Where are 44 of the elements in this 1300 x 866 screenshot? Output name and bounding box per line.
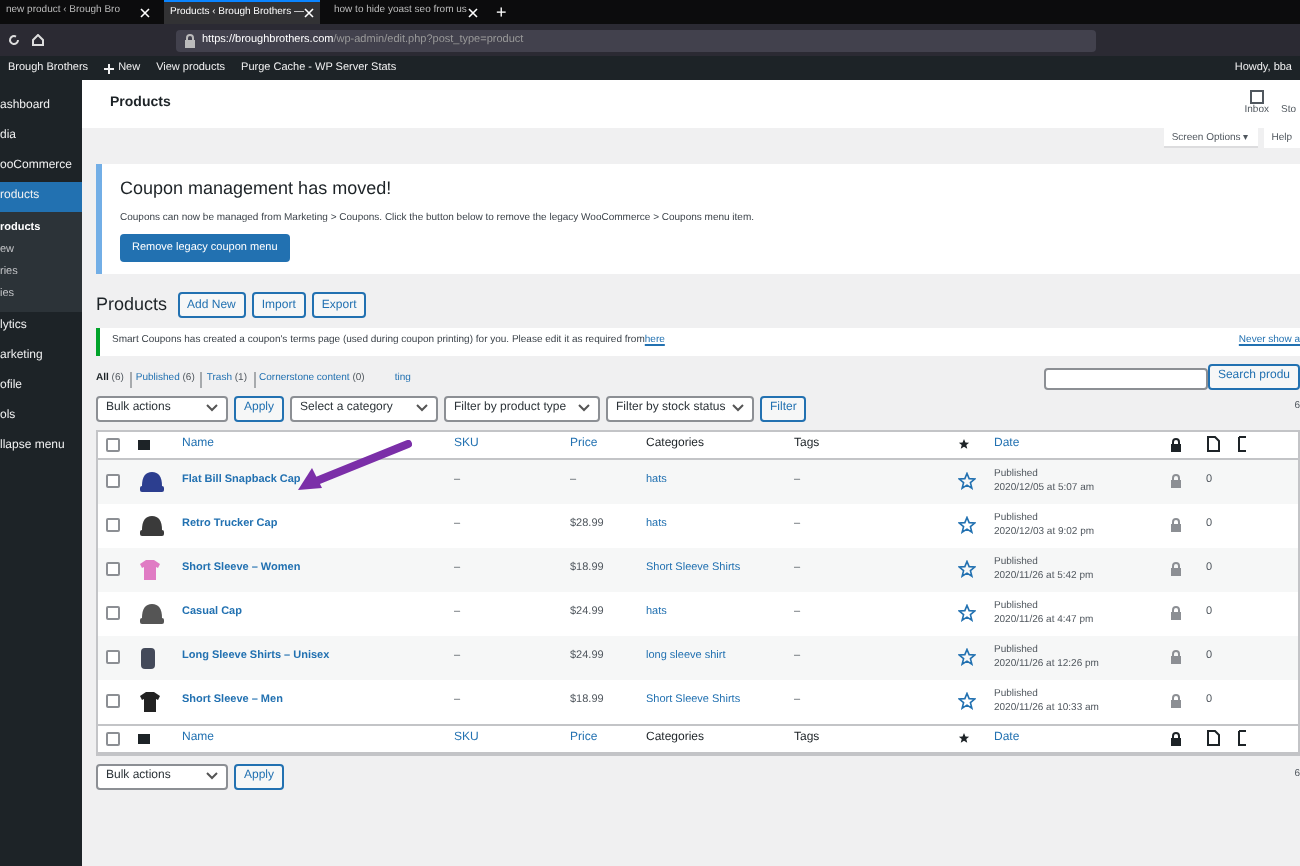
checkbox[interactable] <box>106 731 120 745</box>
checkbox[interactable] <box>106 518 120 532</box>
checkbox[interactable] <box>106 694 120 708</box>
image-icon <box>138 439 150 449</box>
checkbox[interactable] <box>106 606 120 620</box>
chevron-icon <box>206 404 218 412</box>
star-icon[interactable] <box>958 560 976 578</box>
new-tab-button[interactable]: + <box>492 0 511 24</box>
lock-icon <box>1170 606 1182 620</box>
chevron-icon <box>416 404 429 412</box>
chevron-icon <box>732 404 745 412</box>
checkbox[interactable] <box>106 474 120 488</box>
lock-icon <box>1170 562 1182 576</box>
checkbox[interactable] <box>106 562 120 576</box>
reload-icon[interactable] <box>8 34 20 46</box>
inbox-icon <box>1249 89 1264 104</box>
star-icon[interactable] <box>958 692 976 710</box>
lock-icon <box>1170 650 1182 664</box>
lock-icon <box>1170 474 1182 488</box>
lock-icon <box>184 33 196 47</box>
chevron-icon <box>578 404 591 412</box>
star-icon <box>958 438 970 450</box>
chevron-icon <box>206 772 218 780</box>
image-icon <box>138 733 150 743</box>
notice-title: Coupon management has moved! <box>120 176 394 202</box>
search-field[interactable] <box>1043 367 1208 389</box>
close-icon[interactable] <box>140 7 150 17</box>
checkbox[interactable] <box>106 437 120 451</box>
checkbox[interactable] <box>106 650 120 664</box>
star-icon[interactable] <box>958 472 976 490</box>
lock-icon <box>1170 731 1182 745</box>
star-icon[interactable] <box>958 604 976 622</box>
star-icon[interactable] <box>958 648 976 666</box>
lock-icon <box>1170 518 1182 532</box>
plus-icon <box>104 63 115 73</box>
lock-icon <box>1170 694 1182 708</box>
star-icon <box>958 732 970 744</box>
home-icon[interactable] <box>32 34 44 46</box>
close-icon[interactable] <box>468 7 478 17</box>
close-icon[interactable] <box>304 8 314 18</box>
page-title: Products <box>96 292 168 318</box>
arrow-annotation <box>296 440 412 494</box>
star-icon[interactable] <box>958 516 976 534</box>
lock-icon <box>1170 437 1182 451</box>
